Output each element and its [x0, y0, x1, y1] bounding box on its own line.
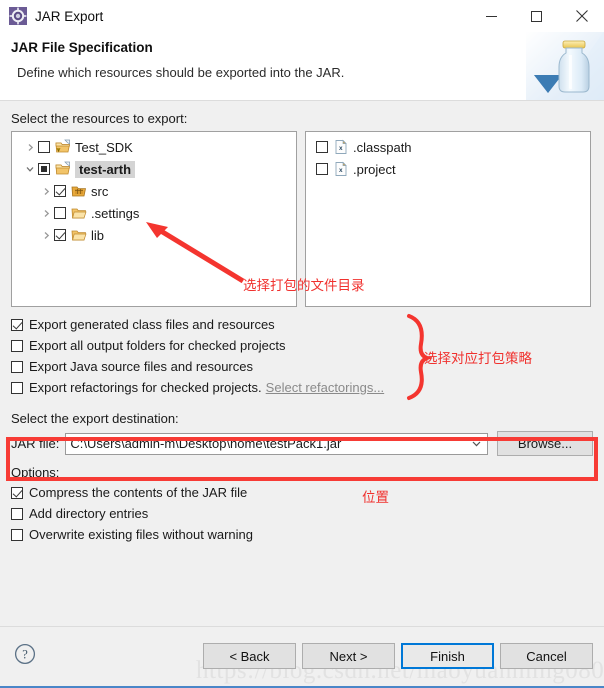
export-option-checkbox[interactable]	[11, 339, 23, 352]
option-row[interactable]: Compress the contents of the JAR file	[11, 482, 593, 503]
window-title: JAR Export	[35, 8, 104, 24]
tree-checkbox[interactable]	[38, 141, 50, 153]
option-checkbox[interactable]	[11, 528, 23, 541]
tree-row[interactable]: Test_SDK	[16, 137, 296, 157]
tree-checkbox[interactable]	[54, 207, 66, 219]
folder-icon	[71, 227, 87, 243]
svg-text:x: x	[339, 145, 343, 152]
export-option-row[interactable]: Export generated class files and resourc…	[11, 314, 593, 335]
file-row[interactable]: x .classpath	[316, 137, 590, 157]
tree-row[interactable]: .settings	[16, 203, 296, 223]
minimize-button[interactable]	[469, 0, 514, 32]
tree-item-label: test-arth	[75, 160, 136, 178]
annotation-text: 位置	[362, 490, 389, 506]
annotation-text: 选择打包的文件目录	[243, 278, 365, 294]
tree-item-label: lib	[91, 227, 105, 243]
option-label: Overwrite existing files without warning	[29, 527, 253, 542]
export-option-checkbox[interactable]	[11, 360, 23, 373]
tree-checkbox[interactable]	[54, 229, 66, 241]
file-checkbox[interactable]	[316, 141, 328, 153]
tree-item-label: .settings	[91, 205, 140, 221]
tree-item-label: src	[91, 183, 109, 199]
file-row[interactable]: x .project	[316, 159, 590, 179]
wizard-header: JAR File Specification Define which reso…	[0, 32, 604, 101]
project-open-icon	[55, 161, 71, 177]
file-checkbox[interactable]	[316, 163, 328, 175]
svg-text:x: x	[339, 167, 343, 174]
resources-label: Select the resources to export:	[11, 111, 188, 126]
page-title: JAR File Specification	[11, 40, 153, 55]
tree-row[interactable]: test-arth	[16, 159, 296, 179]
folder-icon	[71, 205, 87, 221]
tree-row[interactable]: src	[16, 181, 296, 201]
next-button[interactable]: Next >	[302, 643, 395, 669]
select-refactorings-link[interactable]: Select refactorings...	[266, 380, 385, 395]
option-checkbox[interactable]	[11, 507, 23, 520]
option-label: Compress the contents of the JAR file	[29, 485, 248, 500]
option-row[interactable]: Overwrite existing files without warning	[11, 524, 593, 545]
maximize-button[interactable]	[514, 0, 559, 32]
close-button[interactable]	[559, 0, 604, 32]
destination-label: Select the export destination:	[11, 411, 179, 426]
chevron-right-icon[interactable]	[22, 143, 38, 152]
export-option-label: Export generated class files and resourc…	[29, 317, 275, 332]
finish-button[interactable]: Finish	[401, 643, 494, 669]
window-controls	[469, 0, 604, 32]
xml-file-icon: x	[333, 139, 349, 155]
export-option-checkbox[interactable]	[11, 318, 23, 331]
option-checkbox[interactable]	[11, 486, 23, 499]
chevron-right-icon[interactable]	[38, 231, 54, 240]
dialog-buttons: < Back Next > Finish Cancel	[203, 643, 593, 669]
svg-text:?: ?	[22, 648, 28, 662]
dialog-body: Select the resources to export: Test_SDK…	[0, 111, 604, 545]
xml-file-icon: x	[333, 161, 349, 177]
file-label: .classpath	[353, 139, 412, 155]
chevron-right-icon[interactable]	[38, 187, 54, 196]
annotation-text: 选择对应打包策略	[424, 351, 532, 367]
export-option-label: Export Java source files and resources	[29, 359, 253, 374]
export-option-row[interactable]: Export refactorings for checked projects…	[11, 377, 593, 398]
tree-checkbox[interactable]	[54, 185, 66, 197]
gear-icon	[9, 7, 27, 25]
project-warning-icon	[55, 139, 71, 155]
browse-button[interactable]: Browse...	[497, 431, 593, 456]
chevron-right-icon[interactable]	[38, 209, 54, 218]
back-button[interactable]: < Back	[203, 643, 296, 669]
options-label: Options:	[11, 465, 60, 480]
option-row[interactable]: Add directory entries	[11, 503, 593, 524]
source-folder-icon	[71, 183, 87, 199]
jar-bottle-icon	[526, 32, 604, 100]
option-label: Add directory entries	[29, 506, 149, 521]
chevron-down-icon[interactable]	[465, 438, 487, 449]
tree-checkbox[interactable]	[38, 163, 50, 175]
tree-row[interactable]: lib	[16, 225, 296, 245]
help-icon[interactable]: ?	[14, 643, 36, 665]
file-label: .project	[353, 161, 396, 177]
options-group: Compress the contents of the JAR file Ad…	[11, 482, 593, 545]
title-bar: JAR Export	[0, 0, 604, 32]
jar-file-row: JAR file: Browse...	[11, 431, 593, 456]
page-description: Define which resources should be exporte…	[17, 65, 345, 80]
jar-file-combo[interactable]	[65, 432, 488, 455]
tree-item-label: Test_SDK	[75, 139, 133, 155]
cancel-button[interactable]: Cancel	[500, 643, 593, 669]
export-option-label: Export refactorings for checked projects…	[29, 380, 262, 395]
export-option-checkbox[interactable]	[11, 381, 23, 394]
chevron-down-icon[interactable]	[22, 164, 38, 174]
jar-file-label: JAR file:	[11, 436, 60, 451]
jar-file-input[interactable]	[66, 433, 465, 454]
export-option-label: Export all output folders for checked pr…	[29, 338, 286, 353]
